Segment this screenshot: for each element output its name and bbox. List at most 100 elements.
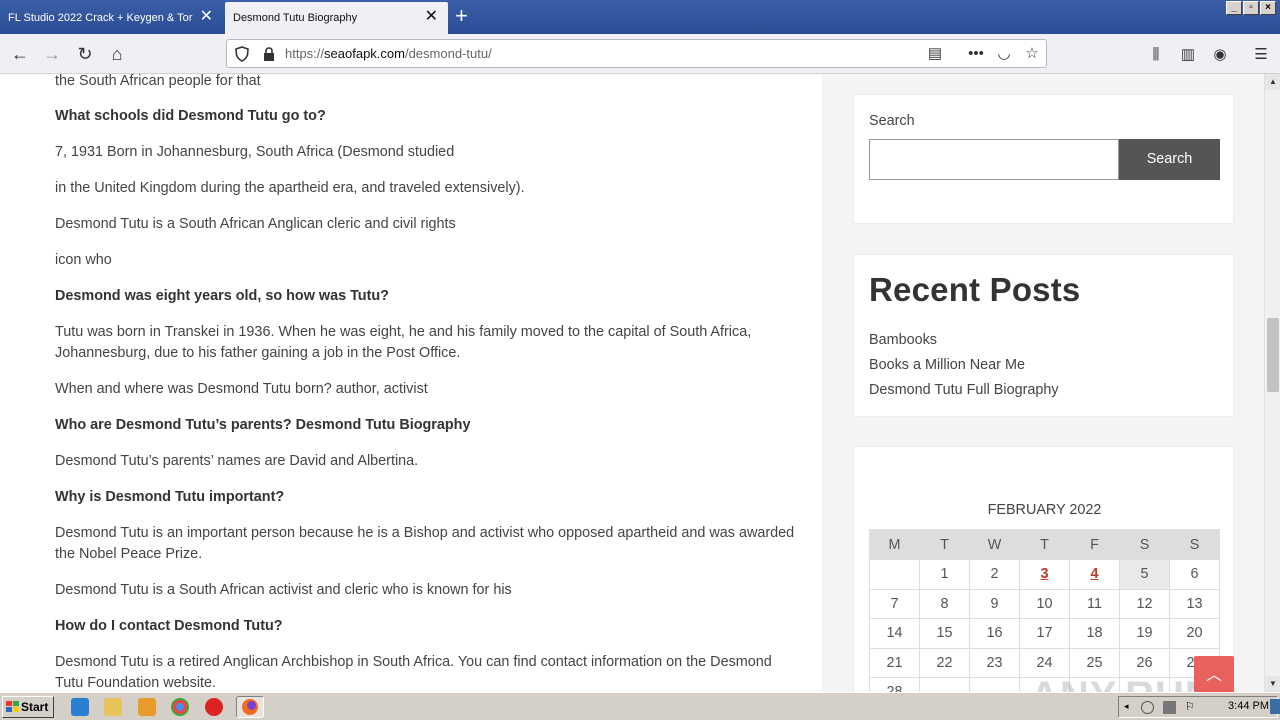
reload-button[interactable]: ↻	[71, 40, 99, 68]
article-paragraph: 7, 1931 Born in Johannesburg, South Afri…	[55, 144, 455, 160]
calendar-day: 21	[869, 647, 920, 678]
calendar-day: 15	[919, 618, 970, 649]
new-tab-button[interactable]: +	[455, 4, 468, 28]
forward-button[interactable]: →	[38, 40, 66, 68]
calendar-day	[969, 677, 1020, 692]
calendar-day: 18	[1069, 618, 1120, 649]
article-question: What schools did Desmond Tutu go to?	[55, 108, 326, 124]
tab-fl-studio[interactable]: FL Studio 2022 Crack + Keygen & Torr ✕	[0, 2, 223, 34]
windows-logo-icon	[6, 701, 19, 712]
recent-post-link[interactable]: Desmond Tutu Full Biography	[869, 382, 1059, 398]
lock-icon[interactable]	[262, 46, 276, 62]
internet-explorer-icon[interactable]	[71, 698, 89, 716]
opera-icon[interactable]	[205, 698, 223, 716]
show-desktop-icon[interactable]	[1270, 699, 1280, 714]
chrome-icon[interactable]	[171, 698, 189, 716]
url-bar[interactable]: https://seaofapk.com/desmond-tutu/ ▤ •••…	[226, 39, 1047, 68]
url-path: /desmond-tutu/	[404, 46, 492, 61]
calendar-weekday: T	[919, 529, 970, 560]
calendar-day: 9	[969, 588, 1020, 619]
calendar-day: 19	[1119, 618, 1170, 649]
account-icon[interactable]: ◉	[1209, 44, 1231, 66]
back-button[interactable]: ←	[6, 40, 34, 68]
article-paragraph: Desmond Tutu is a retired Anglican Archb…	[55, 654, 772, 691]
restore-button[interactable]: ▫	[1243, 1, 1259, 15]
scrollbar-thumb[interactable]	[1267, 318, 1279, 392]
page-scrollbar[interactable]: ▲ ▼	[1264, 74, 1280, 692]
anyrun-watermark: ANY.RUN	[1030, 674, 1215, 692]
article-paragraph: Desmond Tutu’s parents’ names are David …	[55, 453, 419, 469]
calendar-table: MTWTFSS 1 2 3 4 5 6 7 8 9 10 11 12 13 14 15 16 17 18 19 20 2…	[869, 529, 1220, 692]
calendar-day-link[interactable]: 4	[1090, 566, 1098, 582]
calendar-day: 23	[969, 647, 1020, 678]
article-question: Desmond was eight years old, so how was …	[55, 288, 389, 304]
scroll-up-icon[interactable]: ▲	[1265, 74, 1280, 90]
calendar-day: 1	[919, 559, 970, 590]
menu-icon[interactable]: ☰	[1250, 44, 1272, 66]
tab-label: Desmond Tutu Biography	[233, 12, 358, 24]
browser-titlebar: FL Studio 2022 Crack + Keygen & Torr ✕ D…	[0, 0, 1280, 34]
network-icon[interactable]	[1163, 701, 1176, 714]
calendar-weekday: T	[1019, 529, 1070, 560]
article-paragraph: Desmond Tutu is an important person beca…	[55, 525, 795, 562]
search-label: Search	[869, 113, 915, 129]
article-question: Why is Desmond Tutu important?	[55, 489, 285, 505]
calendar-day: 3	[1019, 559, 1070, 590]
window-controls: _ ▫ ×	[1226, 1, 1276, 15]
sidebar-toggle-icon[interactable]: ▥	[1177, 44, 1199, 66]
calendar-weekday: W	[969, 529, 1020, 560]
tray-expand-icon[interactable]: ◂	[1124, 701, 1137, 714]
taskbar: Start ◂ ⚐ 3:44 PM	[0, 692, 1280, 720]
calendar-day: 20	[1169, 618, 1220, 649]
start-button[interactable]: Start	[2, 696, 54, 718]
calendar-day: 7	[869, 588, 920, 619]
calendar-day: 5	[1119, 559, 1170, 590]
article-paragraph: When and where was Desmond Tutu born? au…	[55, 381, 428, 397]
recent-post-link[interactable]: Bambooks	[869, 332, 937, 348]
reader-view-icon[interactable]: ▤	[925, 44, 945, 64]
firefox-icon	[242, 699, 258, 715]
close-icon[interactable]: ✕	[200, 9, 213, 25]
url-prefix: https://	[285, 46, 325, 61]
calendar-day: 17	[1019, 618, 1070, 649]
calendar-weekday: F	[1069, 529, 1120, 560]
tab-desmond-tutu[interactable]: Desmond Tutu Biography ✕	[225, 2, 448, 34]
calendar-day: 28	[869, 677, 920, 692]
article-paragraph: in the United Kingdom during the aparthe…	[55, 180, 525, 196]
scroll-to-top-button[interactable]: ︿	[1194, 656, 1234, 692]
calendar-caption: FEBRUARY 2022	[987, 502, 1102, 518]
firefox-taskbar-button[interactable]	[236, 696, 264, 718]
more-actions-icon[interactable]: •••	[966, 44, 986, 64]
bookmark-star-icon[interactable]: ☆	[1022, 44, 1042, 64]
article-paragraph: the South African people for that	[55, 74, 261, 89]
volume-icon[interactable]	[1141, 701, 1154, 714]
window-close-button[interactable]: ×	[1260, 1, 1276, 15]
library-icon[interactable]: ⫼	[1145, 44, 1167, 66]
scroll-down-icon[interactable]: ▼	[1265, 676, 1280, 692]
home-button[interactable]: ⌂	[103, 40, 131, 68]
tracking-shield-icon[interactable]	[235, 46, 249, 62]
media-player-icon[interactable]	[138, 698, 156, 716]
calendar-day: 2	[969, 559, 1020, 590]
search-input[interactable]	[869, 139, 1119, 180]
calendar-weekday: S	[1169, 529, 1220, 560]
calendar-day: 10	[1019, 588, 1070, 619]
close-icon[interactable]: ✕	[425, 9, 438, 25]
recent-post-link[interactable]: Books a Million Near Me	[869, 357, 1025, 373]
url-text[interactable]: https://seaofapk.com/desmond-tutu/	[285, 46, 492, 61]
calendar-weekday: M	[869, 529, 920, 560]
minimize-button[interactable]: _	[1226, 1, 1242, 15]
pocket-icon[interactable]: ◡	[994, 44, 1014, 64]
calendar-day: 16	[969, 618, 1020, 649]
calendar-day-link[interactable]: 3	[1040, 566, 1048, 582]
search-button[interactable]: Search	[1119, 139, 1220, 180]
search-widget: Search Search	[853, 94, 1234, 224]
taskbar-clock[interactable]: 3:44 PM	[1228, 700, 1269, 712]
navigation-toolbar: ← → ↻ ⌂ https://seaofapk.com/desmond-tut…	[0, 34, 1280, 74]
action-center-flag-icon[interactable]: ⚐	[1185, 701, 1198, 714]
calendar-week-row: 7 8 9 10 11 12 13	[869, 588, 1220, 619]
calendar-day: 22	[919, 647, 970, 678]
folder-icon[interactable]	[104, 698, 122, 716]
calendar-week-row: 123456	[869, 559, 1220, 590]
calendar-day: 6	[1169, 559, 1220, 590]
